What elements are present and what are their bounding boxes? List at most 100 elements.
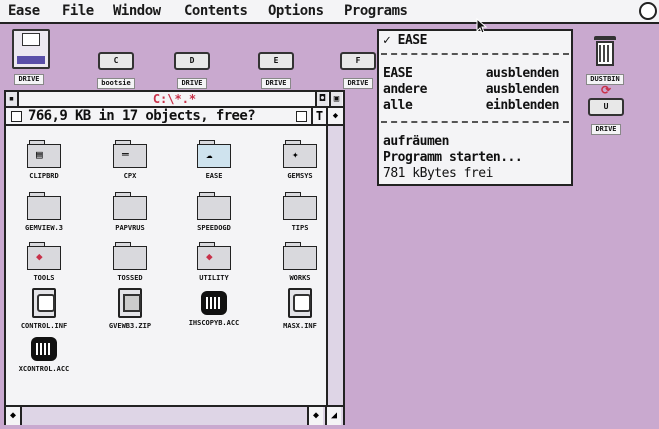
tools-icon: ◆ bbox=[36, 250, 43, 263]
file-name: CONTROL.INF bbox=[20, 322, 68, 330]
hard-drive-icon: E bbox=[258, 52, 294, 70]
file-gvewb3-zip[interactable]: GVEWB3.ZIP bbox=[98, 288, 162, 338]
info-box-right[interactable] bbox=[296, 111, 307, 122]
file-name: GVEWB3.ZIP bbox=[108, 322, 152, 330]
file-ihscopyb-acc[interactable]: IHSCOPYB.ACC bbox=[182, 288, 246, 338]
folder-works[interactable]: WORKS bbox=[268, 242, 332, 292]
menu-divider bbox=[381, 53, 569, 55]
menu-item-current-app[interactable]: ✓ EASE bbox=[383, 33, 567, 49]
file-name: WORKS bbox=[289, 274, 311, 282]
file-control-inf[interactable]: CONTROL.INF bbox=[12, 288, 76, 338]
drive-c-label: bootsie bbox=[97, 78, 135, 89]
clock-icon bbox=[639, 2, 657, 20]
trash-lid bbox=[594, 36, 616, 40]
utility-icon: ◆ bbox=[206, 250, 213, 263]
drive-c-letter: C bbox=[113, 56, 119, 65]
horizontal-scrollbar[interactable]: ◆ ◆ ◢ bbox=[6, 405, 343, 425]
cpx-icon: ═ bbox=[122, 148, 129, 161]
menu-item-hide-ease[interactable]: EASE ausblenden bbox=[383, 66, 567, 82]
accessory-icon bbox=[31, 337, 57, 361]
document-icon bbox=[288, 288, 312, 318]
folder-icon bbox=[283, 242, 317, 270]
floppy-disk-icon[interactable] bbox=[12, 29, 50, 69]
archive-icon bbox=[118, 288, 142, 318]
clipboard-icon: ▤ bbox=[36, 148, 43, 161]
drive-u-icon[interactable]: ⟳ U DRIVE bbox=[574, 83, 638, 135]
resize-handle[interactable]: ◢ bbox=[325, 407, 341, 425]
menu-window[interactable]: Window bbox=[113, 3, 161, 19]
file-name: PAPVRUS bbox=[115, 224, 145, 232]
folder-icon: ◆ bbox=[197, 242, 231, 270]
programs-dropdown-menu: ✓ EASE EASE ausblenden andere ausblenden… bbox=[377, 29, 573, 186]
folder-clipbrd[interactable]: ▤ CLIPBRD bbox=[12, 140, 76, 190]
folder-icon bbox=[113, 242, 147, 270]
menu-item-start-program[interactable]: Programm starten... bbox=[383, 150, 567, 166]
menu-item-hide-others[interactable]: andere ausblenden bbox=[383, 82, 567, 98]
folder-tips[interactable]: TIPS bbox=[268, 192, 332, 242]
ease-icon: ☁ bbox=[206, 148, 213, 161]
checkmark-icon: ✓ bbox=[383, 33, 391, 48]
drive-d-letter: D bbox=[189, 56, 195, 65]
trash-label-wrap: DUSTBIN bbox=[573, 66, 637, 85]
folder-icon: ▤ bbox=[27, 140, 61, 168]
trash-can bbox=[596, 41, 614, 66]
drive-f-letter: F bbox=[355, 56, 361, 65]
hard-drive-icon: C bbox=[98, 52, 134, 70]
folder-ease[interactable]: ☁ EASE bbox=[182, 140, 246, 190]
menu-options[interactable]: Options bbox=[268, 3, 324, 19]
window-title-bar[interactable]: ▪ C:\*.* ◘ ▣ bbox=[6, 92, 343, 108]
floppy-shutter bbox=[22, 33, 40, 46]
file-name: UTILITY bbox=[199, 274, 229, 282]
file-xcontrol-acc[interactable]: XCONTROL.ACC bbox=[12, 334, 76, 384]
menu-programs[interactable]: Programs bbox=[344, 3, 408, 19]
drive-e-letter: E bbox=[273, 56, 279, 65]
hard-drive-icon: F bbox=[340, 52, 376, 70]
file-masx-inf[interactable]: MASX.INF bbox=[268, 288, 332, 338]
fuller-button[interactable]: ◘ bbox=[315, 92, 328, 106]
trash-icon[interactable] bbox=[594, 36, 616, 66]
gear-icon: ✦ bbox=[292, 148, 299, 161]
folder-tools[interactable]: ◆ TOOLS bbox=[12, 242, 76, 292]
file-name: TOOLS bbox=[33, 274, 55, 282]
menu-item-show-all[interactable]: alle einblenden bbox=[383, 98, 567, 114]
menu-ease[interactable]: Ease bbox=[8, 3, 40, 19]
text-mode-button[interactable]: T bbox=[311, 108, 326, 124]
folder-cpx[interactable]: ═ CPX bbox=[98, 140, 162, 190]
scroll-right-arrow-icon[interactable]: ◆ bbox=[307, 407, 323, 425]
drive-f-label: DRIVE bbox=[343, 78, 373, 89]
swap-icon: ⟳ bbox=[600, 83, 612, 97]
accessory-icon bbox=[201, 291, 227, 315]
file-name: TOSSED bbox=[117, 274, 143, 282]
menu-item-free-memory: 781 kBytes frei bbox=[383, 166, 493, 181]
iconify-button[interactable]: ▣ bbox=[329, 92, 342, 106]
folder-papvrus[interactable]: PAPVRUS bbox=[98, 192, 162, 242]
folder-icon: ✦ bbox=[283, 140, 317, 168]
folder-tossed[interactable]: TOSSED bbox=[98, 242, 162, 292]
hard-drive-icon: U bbox=[588, 98, 624, 116]
menu-divider bbox=[381, 121, 569, 123]
file-name: GEMVIEW.3 bbox=[25, 224, 63, 232]
file-name: TIPS bbox=[291, 224, 309, 232]
menu-left-label: andere bbox=[383, 82, 427, 97]
file-name: IHSCOPYB.ACC bbox=[188, 319, 240, 327]
file-name: CLIPBRD bbox=[29, 172, 59, 180]
info-checkbox[interactable] bbox=[11, 111, 22, 122]
drive-a-label: DRIVE bbox=[14, 74, 44, 85]
menu-contents[interactable]: Contents bbox=[184, 3, 248, 19]
menu-item-tidy-up[interactable]: aufräumen bbox=[383, 134, 567, 150]
menu-file[interactable]: File bbox=[62, 3, 94, 19]
folder-speedogd[interactable]: SPEEDOGD bbox=[182, 192, 246, 242]
menu-right-label: einblenden bbox=[485, 98, 560, 113]
menu-left-label: alle bbox=[383, 98, 413, 113]
drive-u-label: DRIVE bbox=[591, 124, 621, 135]
hard-drive-icon: D bbox=[174, 52, 210, 70]
folder-icon bbox=[27, 192, 61, 220]
folder-icon: ◆ bbox=[27, 242, 61, 270]
folder-icon: ☁ bbox=[197, 140, 231, 168]
scroll-left-arrow-icon[interactable]: ◆ bbox=[6, 407, 22, 425]
scroll-up-arrow-icon[interactable]: ◆ bbox=[326, 108, 343, 124]
drive-d-label: DRIVE bbox=[177, 78, 207, 89]
folder-gemsys[interactable]: ✦ GEMSYS bbox=[268, 140, 332, 190]
folder-gemview[interactable]: GEMVIEW.3 bbox=[12, 192, 76, 242]
folder-utility[interactable]: ◆ UTILITY bbox=[182, 242, 246, 292]
